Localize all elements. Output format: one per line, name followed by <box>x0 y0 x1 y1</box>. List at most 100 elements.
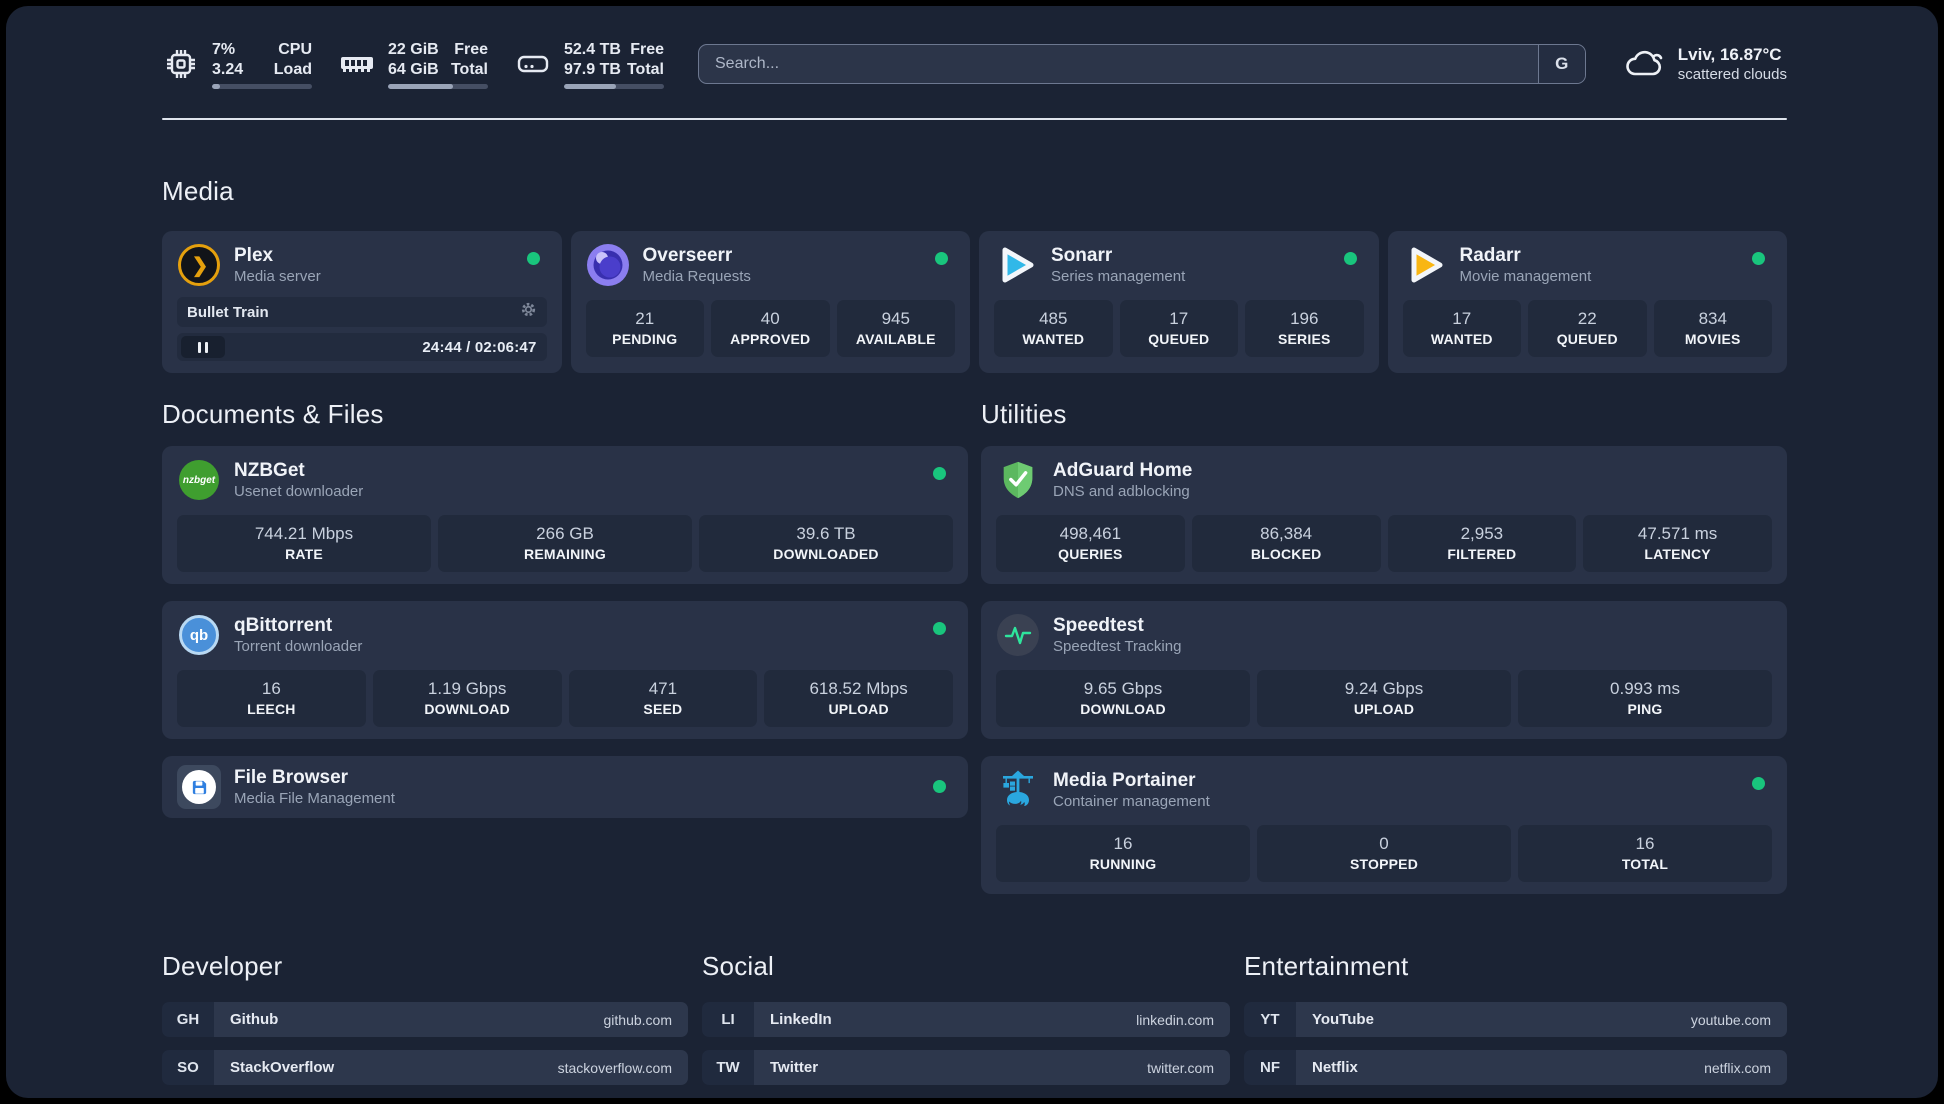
disk-icon <box>514 45 552 83</box>
playback-time: 24:44 / 02:06:47 <box>422 338 537 356</box>
disk-stat: 52.4 TB 97.9 TB Free Total <box>514 40 664 89</box>
stat-rate: 744.21 Mbps RATE <box>177 515 431 572</box>
card-radarr[interactable]: Radarr Movie management 17 WANTED 22 QUE… <box>1387 231 1787 373</box>
filebrowser-icon <box>177 765 221 809</box>
memory-label-top: Free <box>454 40 488 58</box>
status-dot-radarr <box>1752 252 1765 265</box>
status-dot-overseerr <box>935 252 948 265</box>
speedtest-pulse-icon <box>996 613 1040 657</box>
player-row: 24:44 / 02:06:47 <box>177 333 547 361</box>
stat-queued: 22 QUEUED <box>1528 300 1647 357</box>
sonarr-icon <box>994 243 1038 287</box>
search-box: G <box>698 44 1586 84</box>
section-title-media: Media <box>162 176 234 206</box>
weather-widget[interactable]: Lviv, 16.87°C scattered clouds <box>1624 44 1787 84</box>
link-stackoverflow[interactable]: SO StackOverflow stackoverflow.com <box>162 1050 688 1085</box>
stat-wanted: 17 WANTED <box>1402 300 1521 357</box>
stat-running: 16 RUNNING <box>996 825 1250 882</box>
link-linkedin[interactable]: LI LinkedIn linkedin.com <box>702 1002 1230 1037</box>
entertainment-links: Entertainment YT YouTube youtube.com NF … <box>1244 951 1787 1098</box>
stat-download: 1.19 Gbps DOWNLOAD <box>372 670 562 727</box>
card-nzbget[interactable]: nzbget NZBGet Usenet downloader 744.21 M… <box>162 446 968 584</box>
card-filebrowser[interactable]: File Browser Media File Management <box>162 756 968 818</box>
card-sonarr[interactable]: Sonarr Series management 485 WANTED 17 Q… <box>979 231 1379 373</box>
system-stats: 7% 3.24 CPU Load 22 GiB 64 GiB Free Tota… <box>162 40 664 89</box>
now-playing-title: Bullet Train <box>187 303 269 321</box>
stat-total: 16 TOTAL <box>1518 825 1772 882</box>
cpu-stat: 7% 3.24 CPU Load <box>162 40 312 89</box>
stat-queued: 17 QUEUED <box>1119 300 1238 357</box>
stat-stopped: 0 STOPPED <box>1257 825 1511 882</box>
card-subtitle-plex: Media server <box>234 268 321 285</box>
stat-series: 196 SERIES <box>1245 300 1364 357</box>
card-qbittorrent[interactable]: qb qBittorrent Torrent downloader 16 LEE… <box>162 601 968 739</box>
section-title-social: Social <box>702 951 775 981</box>
link-youtube[interactable]: YT YouTube youtube.com <box>1244 1002 1787 1037</box>
stat-upload: 618.52 Mbps UPLOAD <box>764 670 953 727</box>
dashboard-app: 7% 3.24 CPU Load 22 GiB 64 GiB Free Tota… <box>6 6 1938 1098</box>
pause-button[interactable] <box>181 336 225 358</box>
utilities-column: Utilities AdGuard Home DNS and adblockin… <box>981 399 1787 911</box>
stat-leech: 16 LEECH <box>177 670 366 727</box>
cpu-label-top: CPU <box>278 40 312 58</box>
card-title-overseerr: Overseerr <box>642 245 733 266</box>
disk-total-value: 97.9 TB <box>564 60 621 78</box>
memory-usage-bar <box>388 83 488 89</box>
ram-icon <box>338 45 376 83</box>
media-grid: ❯ Plex Media server Bullet Train 24:44 /… <box>162 231 1787 373</box>
portainer-crane-icon <box>996 768 1040 812</box>
card-adguard[interactable]: AdGuard Home DNS and adblocking 498,461 … <box>981 446 1787 584</box>
now-playing-row: Bullet Train <box>177 297 547 327</box>
stat-seed: 471 SEED <box>568 670 758 727</box>
card-title-sonarr: Sonarr <box>1051 245 1113 266</box>
cpu-load-value: 3.24 <box>212 60 244 78</box>
status-dot-qbittorrent <box>933 622 946 635</box>
cpu-usage-bar <box>212 83 312 89</box>
stat-available: 945 AVAILABLE <box>836 300 955 357</box>
card-subtitle-sonarr: Series management <box>1051 268 1186 285</box>
stat-blocked: 86,384 BLOCKED <box>1191 515 1381 572</box>
nzbget-icon: nzbget <box>177 458 221 502</box>
stat-movies: 834 MOVIES <box>1653 300 1772 357</box>
card-portainer[interactable]: Media Portainer Container management 16 … <box>981 756 1787 894</box>
memory-total-value: 64 GiB <box>388 60 439 78</box>
link-github[interactable]: GH Github github.com <box>162 1002 688 1037</box>
link-twitter[interactable]: TW Twitter twitter.com <box>702 1050 1230 1085</box>
status-dot-plex <box>526 252 540 265</box>
stat-latency: 47.571 ms LATENCY <box>1583 515 1772 572</box>
adguard-shield-icon <box>996 458 1040 502</box>
social-links: Social LI LinkedIn linkedin.com TW Twitt… <box>702 951 1230 1098</box>
stat-remaining: 266 GB REMAINING <box>438 515 692 572</box>
stat-ping: 0.993 ms PING <box>1518 670 1772 727</box>
status-dot-portainer <box>1752 777 1765 790</box>
section-title-developer: Developer <box>162 951 283 981</box>
search-engine-button[interactable]: G <box>1537 45 1585 83</box>
radarr-icon <box>1403 243 1447 287</box>
search-input[interactable] <box>699 45 1538 83</box>
stat-upload: 9.24 Gbps UPLOAD <box>1257 670 1511 727</box>
header-divider <box>162 118 1787 120</box>
stat-pending: 21 PENDING <box>585 300 704 357</box>
memory-label-bottom: Total <box>450 60 488 78</box>
card-plex[interactable]: ❯ Plex Media server Bullet Train 24:44 /… <box>162 231 562 373</box>
header-bar: 7% 3.24 CPU Load 22 GiB 64 GiB Free Tota… <box>162 36 1787 92</box>
overseerr-icon <box>586 243 630 287</box>
link-netflix[interactable]: NF Netflix netflix.com <box>1244 1050 1787 1085</box>
card-speedtest[interactable]: Speedtest Speedtest Tracking 9.65 Gbps D… <box>981 601 1787 739</box>
gear-icon[interactable] <box>520 301 537 323</box>
card-title-radarr: Radarr <box>1459 245 1521 266</box>
stat-wanted: 485 WANTED <box>994 300 1113 357</box>
stat-downloaded: 39.6 TB DOWNLOADED <box>699 515 953 572</box>
stat-approved: 40 APPROVED <box>711 300 830 357</box>
developer-links: Developer GH Github github.com SO StackO… <box>162 951 688 1098</box>
status-dot-nzbget <box>933 467 946 480</box>
stat-download: 9.65 Gbps DOWNLOAD <box>996 670 1250 727</box>
cpu-percent: 7% <box>212 40 236 58</box>
card-subtitle-radarr: Movie management <box>1459 268 1592 285</box>
cloud-icon <box>1624 45 1666 84</box>
card-overseerr[interactable]: Overseerr Media Requests 21 PENDING 40 A… <box>570 231 970 373</box>
memory-free-value: 22 GiB <box>388 40 439 58</box>
status-dot-sonarr <box>1343 252 1357 265</box>
section-title-entertainment: Entertainment <box>1244 951 1409 981</box>
cpu-chip-icon <box>162 45 200 83</box>
